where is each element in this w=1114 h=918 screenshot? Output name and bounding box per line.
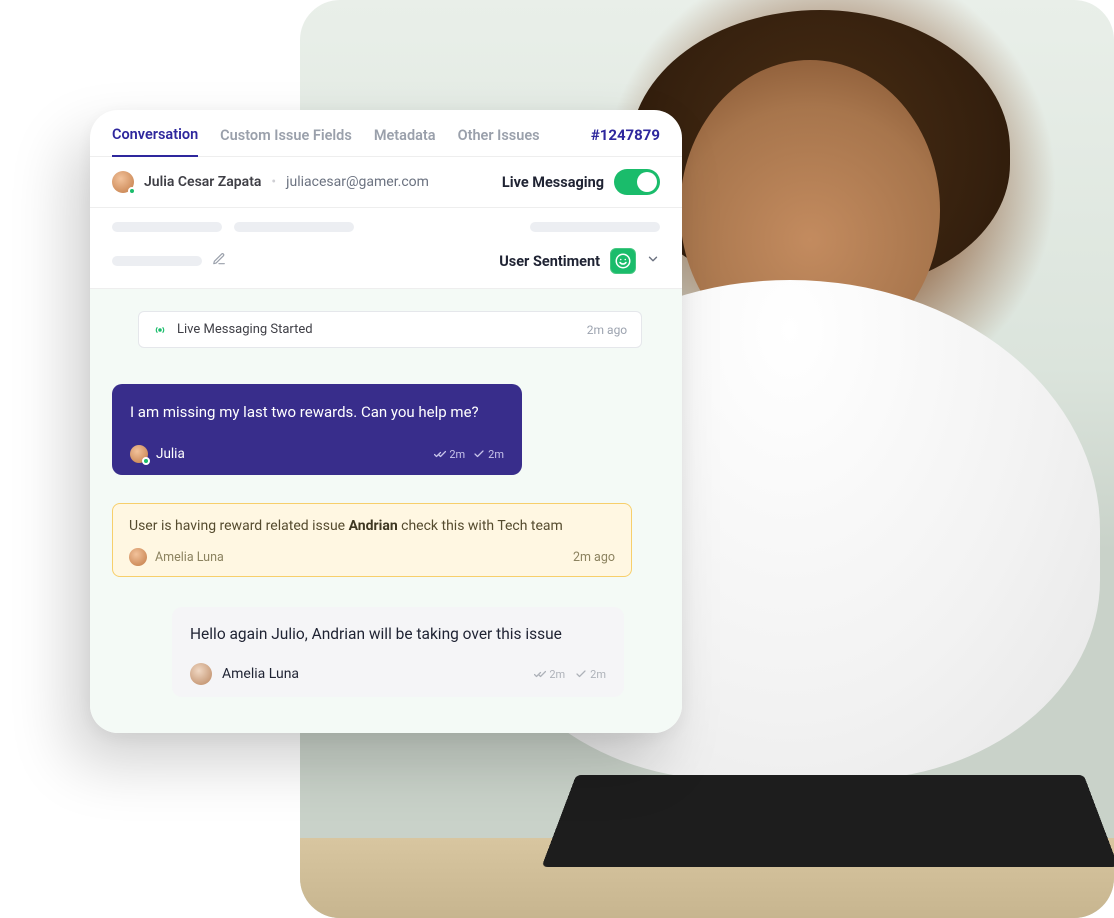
agent-message-sender: Amelia Luna [222, 666, 299, 682]
tab-metadata[interactable]: Metadata [374, 127, 436, 156]
internal-note-text: User is having reward related issue Andr… [129, 518, 615, 534]
internal-note-author: Amelia Luna [155, 550, 224, 565]
sentiment-row: User Sentiment [90, 242, 682, 289]
live-pulse-icon [153, 323, 167, 337]
internal-note-mention: Andrian [349, 518, 398, 534]
live-messaging-toggle[interactable] [614, 169, 660, 195]
customer-avatar [130, 445, 148, 463]
conversation-body: Live Messaging Started 2m ago I am missi… [90, 289, 682, 733]
ticket-id[interactable]: #1247879 [591, 126, 660, 156]
user-info-row: Julia Cesar Zapata • juliacesar@gamer.co… [90, 157, 682, 208]
tab-other-issues[interactable]: Other Issues [458, 127, 540, 156]
user-name: Julia Cesar Zapata [144, 174, 261, 190]
system-banner: Live Messaging Started 2m ago [138, 311, 642, 348]
system-banner-time: 2m ago [587, 323, 627, 337]
customer-message: I am missing my last two rewards. Can yo… [112, 384, 522, 475]
live-messaging-label: Live Messaging [502, 174, 604, 191]
internal-note-author-avatar [129, 548, 147, 566]
system-banner-text: Live Messaging Started [177, 322, 313, 337]
agent-message-text: Hello again Julio, Andrian will be takin… [190, 625, 606, 643]
agent-message: Hello again Julio, Andrian will be takin… [172, 607, 624, 697]
user-email: juliacesar@gamer.com [286, 174, 429, 190]
check-icon [473, 448, 485, 460]
agent-avatar [190, 663, 212, 685]
customer-message-text: I am missing my last two rewards. Can yo… [130, 402, 504, 423]
user-sentiment-label: User Sentiment [499, 253, 600, 270]
internal-note-time: 2m ago [573, 550, 615, 565]
separator-dot: • [271, 174, 276, 190]
double-check-icon [434, 448, 446, 460]
skeleton-placeholder [112, 256, 202, 266]
customer-message-sender: Julia [156, 446, 185, 462]
skeleton-row [90, 208, 682, 242]
double-check-icon [534, 668, 546, 680]
edit-icon[interactable] [212, 252, 226, 270]
tabs-bar: Conversation Custom Issue Fields Metadat… [90, 110, 682, 157]
skeleton-placeholder [112, 222, 222, 232]
message-ticks: 2m 2m [534, 668, 606, 681]
skeleton-placeholder [530, 222, 660, 232]
check-icon [575, 668, 587, 680]
user-avatar [112, 171, 134, 193]
skeleton-placeholder [234, 222, 354, 232]
chevron-down-icon[interactable] [646, 252, 660, 270]
tab-custom-issue-fields[interactable]: Custom Issue Fields [220, 127, 352, 156]
message-ticks: 2m 2m [434, 448, 504, 461]
conversation-panel: Conversation Custom Issue Fields Metadat… [90, 110, 682, 733]
internal-note: User is having reward related issue Andr… [112, 503, 632, 577]
tab-conversation[interactable]: Conversation [112, 126, 198, 157]
sentiment-happy-icon[interactable] [610, 248, 636, 274]
